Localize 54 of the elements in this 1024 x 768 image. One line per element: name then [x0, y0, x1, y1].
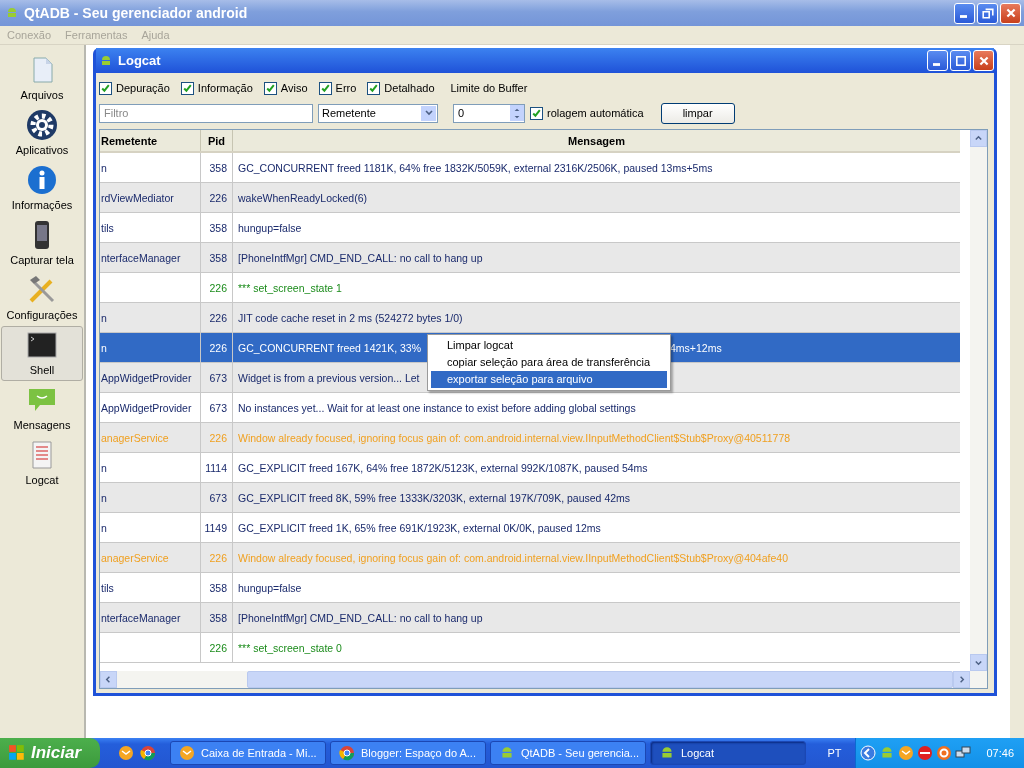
table-cell: n	[101, 461, 107, 474]
table-cell: anagerService	[101, 551, 169, 564]
table-cell: 673	[209, 401, 227, 414]
table-cell: Widget is from a previous version... Let	[238, 371, 420, 384]
window-title: QtADB - Seu gerenciador android	[24, 5, 249, 21]
table-cell: 358	[209, 161, 227, 174]
buffer-label: Limite do Buffer	[450, 82, 528, 94]
table-cell: [PhoneIntfMgr] CMD_END_CALL: no call to hang up	[238, 251, 483, 264]
table-cell: GC_EXPLICIT freed 1K, 65% free 691K/1923K, external 0K/0K, paused 12ms	[238, 521, 601, 534]
table-cell: wakeWhenReadyLocked(6)	[238, 191, 367, 204]
clock: 07:46	[986, 747, 1014, 759]
table-cell: *** set_screen_state 1	[238, 281, 342, 294]
table-cell: 226	[209, 281, 227, 294]
table-cell: 226	[209, 641, 227, 654]
table-cell: GC_EXPLICIT freed 167K, 64% free 1872K/5123K, external 992K/1087K, paused 54ms	[238, 461, 648, 474]
table-cell: 673	[209, 491, 227, 504]
table-cell: anagerService	[101, 431, 169, 444]
table-cell: tils	[101, 221, 114, 234]
table-cell: 226	[209, 341, 227, 354]
table-cell: 226	[209, 431, 227, 444]
table-cell: 226	[209, 551, 227, 564]
table-cell: 358	[209, 581, 227, 594]
table-cell: *** set_screen_state 0	[238, 641, 342, 654]
table-cell: hungup=false	[238, 221, 302, 234]
table-cell: 673	[209, 371, 227, 384]
table-cell: GC_CONCURRENT freed 1421K, 33%	[238, 341, 422, 354]
table-cell: 358	[209, 251, 227, 264]
table-cell: n	[101, 311, 107, 324]
table-cell: 4ms+12ms	[670, 341, 722, 354]
table-cell: 358	[209, 221, 227, 234]
table-cell: [PhoneIntfMgr] CMD_END_CALL: no call to hang up	[238, 611, 483, 624]
table-cell: hungup=false	[238, 581, 302, 594]
table-cell: n	[101, 491, 107, 504]
table-cell: No instances yet... Wait for at least one instance to exist before adding global settings	[238, 401, 636, 414]
table-cell: GC_EXPLICIT freed 8K, 59% free 1333K/3203K, external 197K/709K, paused 42ms	[238, 491, 631, 504]
table-cell: 1149	[204, 521, 227, 534]
table-cell: AppWidgetProvider	[101, 371, 192, 384]
table-cell: n	[101, 161, 107, 174]
table-cell: n	[101, 521, 107, 534]
table-cell: 226	[209, 191, 227, 204]
table-cell: Window already focused, ignoring focus gain of: com.android.internal.view.IInputMethodClient$Stub$Proxy@404afe40	[238, 551, 788, 564]
table-cell: GC_CONCURRENT freed 1181K, 64% free 1832K/5059K, external 2316K/2506K, paused 13ms+5ms	[238, 161, 713, 174]
table-cell: nterfaceManager	[101, 251, 181, 264]
table-cell: tils	[101, 581, 114, 594]
table-cell: 358	[209, 611, 227, 624]
table-cell: rdViewMediator	[101, 191, 174, 204]
window-title: Logcat	[118, 53, 162, 68]
table-cell: AppWidgetProvider	[101, 401, 192, 414]
table-cell: n	[101, 341, 107, 354]
table-cell: JIT code cache reset in 2 ms (524272 bytes 1/0)	[238, 311, 463, 324]
table-cell: nterfaceManager	[101, 611, 181, 624]
table-cell: 226	[209, 311, 227, 324]
table-cell: 1114	[205, 461, 227, 474]
table-cell: Window already focused, ignoring focus gain of: com.android.internal.view.IInputMethodClient$Stub$Proxy@40511778	[238, 431, 791, 444]
